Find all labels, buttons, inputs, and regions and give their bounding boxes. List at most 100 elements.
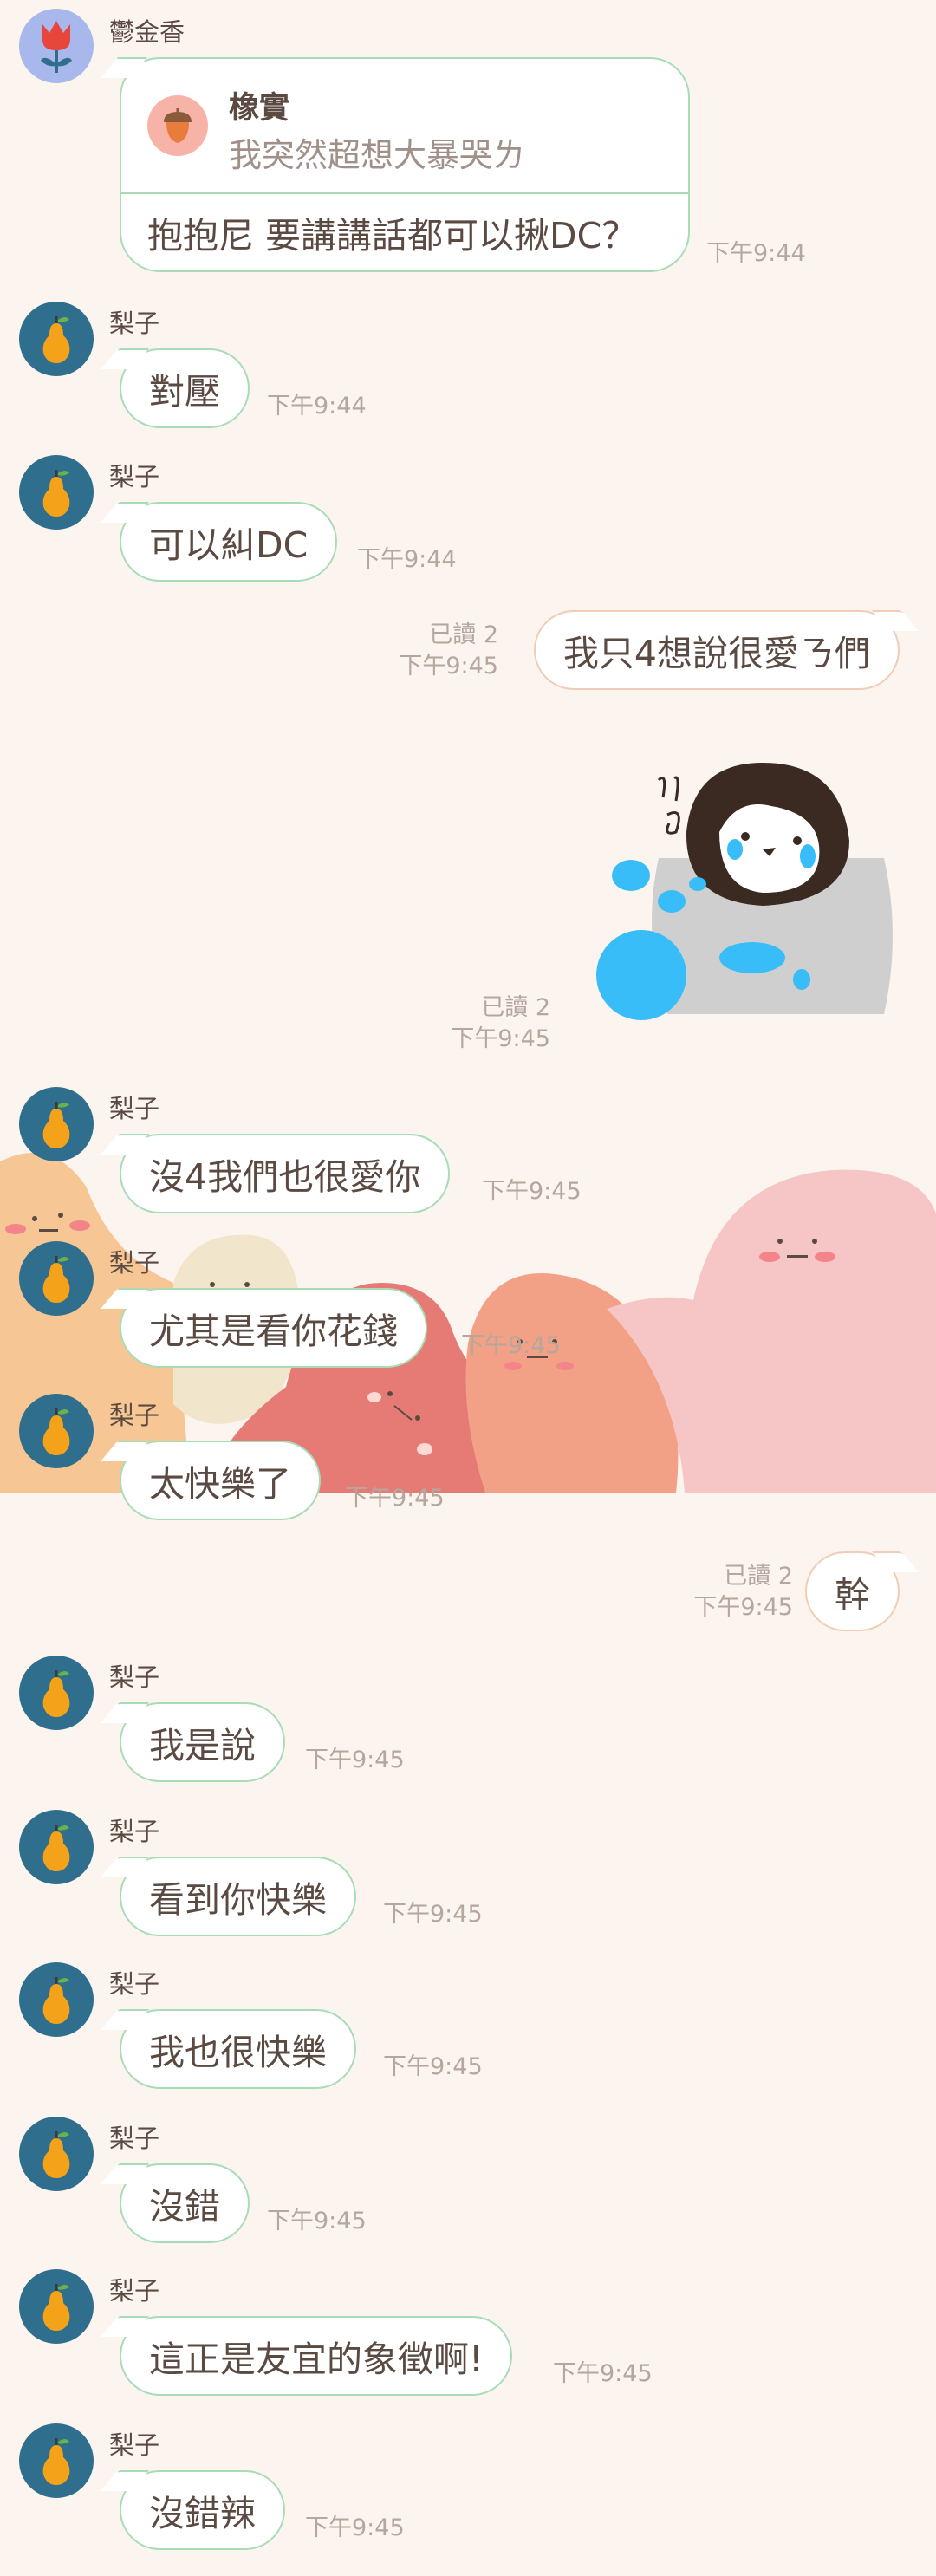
avatar[interactable]	[19, 1087, 94, 1161]
sender-name: 梨子	[109, 2430, 160, 2460]
avatar[interactable]	[19, 302, 94, 376]
avatar[interactable]	[19, 2269, 94, 2344]
pear-icon	[42, 1256, 70, 1303]
message-bubble[interactable]: 沒錯	[120, 2163, 250, 2243]
message-text: 尤其是看你花錢	[149, 1311, 398, 1352]
avatar[interactable]	[19, 1656, 94, 1730]
pear-icon	[42, 2284, 70, 2331]
avatar[interactable]	[19, 2117, 94, 2191]
quoted-message[interactable]: 橡實 我突然超想大暴哭ㄌ	[121, 59, 688, 194]
sender-name: 梨子	[109, 1662, 160, 1692]
message-time: 下午9:45	[345, 1485, 445, 1512]
quoted-text: 我突然超想大暴哭ㄌ	[229, 136, 526, 174]
message-bubble[interactable]: 對壓	[120, 348, 250, 428]
sender-name: 鬱金香	[109, 17, 185, 47]
message-time: 下午9:45	[693, 1594, 793, 1621]
message-time: 下午9:44	[267, 393, 367, 420]
message-row: 梨子 沒錯辣 下午9:45	[0, 2418, 936, 2566]
message-time: 下午9:44	[706, 240, 806, 267]
message-bubble[interactable]: 沒4我們也很愛你	[120, 1134, 451, 1213]
avatar[interactable]	[19, 1241, 94, 1316]
avatar[interactable]	[19, 1962, 94, 2037]
message-text: 這正是友宜的象徵啊!	[149, 2339, 484, 2380]
message-row: 梨子 對壓 下午9:44	[0, 295, 936, 442]
message-row: 已讀 2 下午9:45 我只4想說很愛ㄋ們	[0, 607, 936, 693]
message-row: 梨子 太快樂了 下午9:45	[0, 1392, 936, 1539]
message-bubble[interactable]: 沒錯辣	[120, 2470, 285, 2550]
message-time: 下午9:45	[451, 1025, 550, 1052]
sender-name: 梨子	[109, 1094, 160, 1123]
message-text: 沒錯辣	[149, 2493, 256, 2534]
message-text: 抱抱尼 要講講話都可以揪DC？	[147, 215, 638, 257]
avatar[interactable]	[19, 9, 94, 83]
message-time: 下午9:45	[482, 1178, 582, 1205]
message-bubble[interactable]: 我也很快樂	[120, 2009, 356, 2089]
message-bubble[interactable]: 太快樂了	[120, 1441, 321, 1520]
message-time: 下午9:45	[305, 1747, 405, 1773]
pear-icon	[42, 1977, 70, 2024]
message-time: 下午9:45	[267, 2208, 367, 2234]
message-row: 梨子 我也很快樂 下午9:45	[0, 1957, 936, 2104]
message-row: 梨子 我是說 下午9:45	[0, 1650, 936, 1798]
tulip-icon	[41, 21, 72, 73]
message-row: 梨子 沒4我們也很愛你 下午9:45	[0, 1085, 936, 1233]
read-receipt: 已讀 2	[429, 621, 498, 648]
message-row: 已讀 2 下午9:45 幹	[0, 1546, 936, 1633]
message-row: 鬱金香 橡實 我突然超想大暴哭ㄌ 抱抱尼 要講講話都可以揪DC？ 下午9:44	[0, 0, 936, 286]
pear-icon	[42, 2438, 70, 2485]
message-time: 下午9:45	[383, 2053, 483, 2080]
message-text: 幹	[835, 1574, 870, 1616]
message-bubble[interactable]: 幹	[805, 1551, 900, 1631]
message-bubble[interactable]: 這正是友宜的象徵啊!	[120, 2316, 513, 2396]
message-row: 梨子 這正是友宜的象徵啊! 下午9:45	[0, 2264, 936, 2411]
sender-name: 梨子	[109, 1817, 160, 1846]
read-receipt: 已讀 2	[481, 994, 550, 1021]
avatar[interactable]	[19, 455, 94, 530]
sender-name: 梨子	[109, 462, 160, 491]
pear-icon	[42, 316, 70, 363]
acorn-icon	[147, 95, 208, 156]
quoted-sender-name: 橡實	[229, 91, 290, 126]
message-text: 對壓	[149, 371, 220, 413]
message-time: 下午9:45	[383, 1901, 483, 1928]
message-time: 下午9:45	[553, 2360, 653, 2387]
message-bubble[interactable]: 我是說	[120, 1702, 285, 1782]
read-receipt: 已讀 2	[724, 1563, 793, 1590]
message-text: 沒錯	[149, 2186, 220, 2228]
message-bubble[interactable]: 看到你快樂	[120, 1857, 356, 1936]
message-time: 下午9:45	[461, 1332, 561, 1359]
sender-name: 梨子	[109, 309, 160, 338]
message-bubble[interactable]: 我只4想說很愛ㄋ們	[533, 610, 900, 690]
avatar[interactable]	[19, 1810, 94, 1884]
message-row: 梨子 尤其是看你花錢 下午9:45	[0, 1239, 936, 1387]
message-text: 沒4我們也很愛你	[149, 1156, 421, 1198]
pear-icon	[42, 1670, 70, 1717]
message-bubble[interactable]: 尤其是看你花錢	[120, 1288, 427, 1368]
pear-icon	[42, 2131, 70, 2178]
message-text: 我是說	[149, 1725, 256, 1766]
sender-name: 梨子	[109, 1969, 160, 1999]
pear-icon	[42, 1408, 70, 1455]
message-text: 我也很快樂	[149, 2032, 327, 2073]
message-time: 下午9:45	[305, 2514, 405, 2541]
message-row: 梨子 看到你快樂 下午9:45	[0, 1805, 936, 1952]
chat-area[interactable]: 鬱金香 橡實 我突然超想大暴哭ㄌ 抱抱尼 要講講話都可以揪DC？ 下午9:44	[0, 0, 936, 2576]
sender-name: 梨子	[109, 1401, 160, 1430]
pear-icon	[42, 1102, 70, 1148]
message-row: 梨子 沒錯 下午9:45	[0, 2111, 936, 2259]
sender-name: 梨子	[109, 2124, 160, 2153]
message-text: 可以糾DC	[149, 524, 309, 566]
message-text: 看到你快樂	[149, 1879, 327, 1921]
message-row: 梨子 可以糾DC 下午9:44	[0, 448, 936, 595]
pear-icon	[42, 1825, 70, 1871]
sender-name: 梨子	[109, 2276, 160, 2306]
message-time: 下午9:45	[399, 653, 498, 680]
message-bubble[interactable]: 橡實 我突然超想大暴哭ㄌ 抱抱尼 要講講話都可以揪DC？	[120, 57, 690, 272]
message-text: 我只4想說很愛ㄋ們	[562, 633, 870, 674]
penguin-crying-sticker[interactable]	[589, 728, 901, 1049]
sender-name: 梨子	[109, 1248, 160, 1278]
pear-icon	[42, 470, 70, 517]
avatar[interactable]	[19, 1394, 94, 1468]
message-bubble[interactable]: 可以糾DC	[120, 502, 338, 582]
avatar[interactable]	[19, 2423, 94, 2498]
